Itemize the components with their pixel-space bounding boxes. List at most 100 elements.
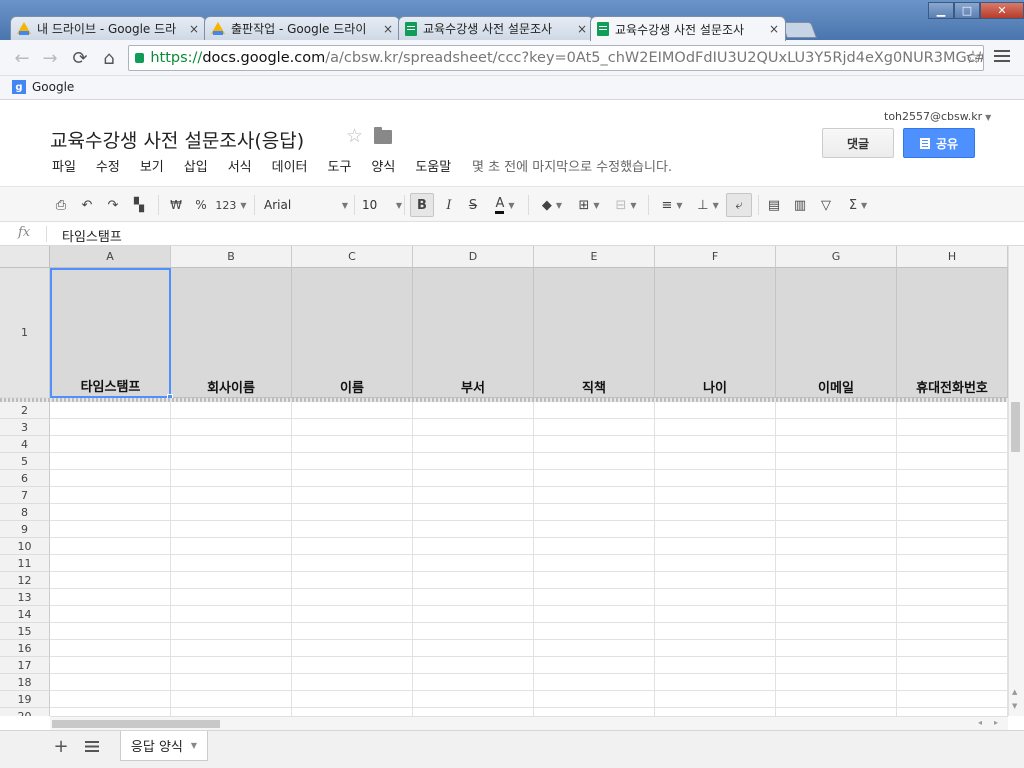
grid-cell[interactable] — [897, 555, 1008, 572]
grid-cell[interactable] — [534, 487, 655, 504]
grid-cell[interactable] — [897, 521, 1008, 538]
grid-cell[interactable] — [655, 487, 776, 504]
grid-cell[interactable] — [534, 436, 655, 453]
grid-cell[interactable] — [292, 504, 413, 521]
menu-data[interactable]: 데이터 — [272, 156, 308, 175]
reload-icon[interactable]: ⟳ — [70, 48, 90, 69]
strikethrough-button[interactable]: S — [464, 193, 482, 217]
grid-cell[interactable] — [655, 674, 776, 691]
browser-tab-survey-form[interactable]: 교육수강생 사전 설문조사 × — [398, 16, 594, 40]
percent-format-button[interactable]: % — [194, 193, 208, 217]
grid-cell[interactable] — [50, 521, 171, 538]
tab-close-icon[interactable]: × — [383, 22, 393, 36]
grid-cell[interactable] — [776, 504, 897, 521]
redo-icon[interactable]: ↷ — [104, 193, 122, 217]
grid-cell[interactable] — [292, 436, 413, 453]
menu-view[interactable]: 보기 — [140, 156, 164, 175]
grid-cell[interactable] — [897, 589, 1008, 606]
insert-chart-icon[interactable]: ▥ — [790, 193, 810, 217]
borders-button[interactable]: ⊞ ▼ — [574, 193, 604, 217]
grid-cell[interactable] — [50, 691, 171, 708]
horizontal-scrollbar[interactable]: ◂ ▸ — [50, 716, 1008, 730]
scroll-left-arrow-icon[interactable]: ◂ — [978, 718, 982, 727]
grid-cell[interactable] — [413, 623, 534, 640]
grid-cell[interactable] — [292, 402, 413, 419]
grid-cell[interactable] — [292, 657, 413, 674]
grid-cell[interactable] — [292, 538, 413, 555]
grid-cell[interactable] — [171, 521, 292, 538]
grid-cell[interactable] — [413, 708, 534, 716]
grid-cell[interactable] — [897, 657, 1008, 674]
browser-tab-publishing[interactable]: 출판작업 - Google 드라이 × — [204, 16, 400, 40]
grid-cell[interactable] — [655, 419, 776, 436]
grid-cell[interactable] — [413, 521, 534, 538]
folder-icon[interactable] — [374, 127, 392, 144]
grid-cell[interactable] — [413, 504, 534, 521]
grid-cell[interactable] — [655, 504, 776, 521]
grid-cell[interactable] — [776, 419, 897, 436]
grid-cell[interactable] — [50, 419, 171, 436]
grid-cell[interactable] — [50, 402, 171, 419]
column-header-g[interactable]: G — [776, 246, 897, 268]
last-edit-status[interactable]: 몇 초 전에 마지막으로 수정했습니다. — [472, 156, 672, 175]
row-header-5[interactable]: 5 — [0, 453, 50, 470]
address-bar[interactable]: https:// docs.google.com /a/cbsw.kr/spre… — [128, 45, 984, 71]
grid-cell[interactable] — [50, 606, 171, 623]
grid-cell[interactable] — [292, 487, 413, 504]
column-header-a[interactable]: A — [50, 246, 171, 268]
grid-cell[interactable] — [776, 487, 897, 504]
grid-cell[interactable] — [171, 606, 292, 623]
row-header-11[interactable]: 11 — [0, 555, 50, 572]
add-sheet-button[interactable]: + — [52, 736, 70, 757]
grid-cell[interactable] — [776, 606, 897, 623]
row-header-20[interactable]: 20 — [0, 708, 50, 716]
grid-cell[interactable] — [776, 640, 897, 657]
scroll-up-arrow-icon[interactable]: ▲ — [1012, 688, 1017, 696]
grid-cell[interactable] — [413, 402, 534, 419]
row-header-9[interactable]: 9 — [0, 521, 50, 538]
grid-cell[interactable] — [171, 623, 292, 640]
grid-cell[interactable] — [897, 453, 1008, 470]
grid-cell[interactable] — [534, 606, 655, 623]
row-header-6[interactable]: 6 — [0, 470, 50, 487]
grid-cell[interactable] — [413, 572, 534, 589]
grid-cell[interactable] — [50, 538, 171, 555]
grid-cell[interactable] — [897, 623, 1008, 640]
grid-cell[interactable] — [413, 640, 534, 657]
grid-cell[interactable] — [897, 436, 1008, 453]
maximize-button[interactable]: □ — [954, 2, 980, 19]
grid-cell[interactable] — [534, 674, 655, 691]
undo-icon[interactable]: ↶ — [78, 193, 96, 217]
grid-cell[interactable] — [776, 572, 897, 589]
fill-color-button[interactable]: ◆ ▼ — [536, 193, 568, 217]
grid-cell[interactable] — [534, 623, 655, 640]
grid-cell[interactable] — [655, 453, 776, 470]
grid-cell[interactable] — [655, 691, 776, 708]
grid-cell[interactable] — [413, 470, 534, 487]
grid-cell[interactable] — [897, 606, 1008, 623]
grid-cell[interactable] — [50, 487, 171, 504]
column-header-c[interactable]: C — [292, 246, 413, 268]
browser-tab-survey-responses[interactable]: 교육수강생 사전 설문조사 × — [590, 16, 786, 41]
grid-cell[interactable] — [50, 640, 171, 657]
grid-cell[interactable] — [897, 572, 1008, 589]
grid-cell[interactable] — [171, 657, 292, 674]
row-header-18[interactable]: 18 — [0, 674, 50, 691]
scroll-down-arrow-icon[interactable]: ▼ — [1012, 702, 1017, 710]
grid-cell[interactable] — [171, 691, 292, 708]
browser-tab-my-drive[interactable]: 내 드라이브 - Google 드라 × — [10, 16, 206, 40]
tab-close-icon[interactable]: × — [769, 22, 779, 36]
grid-cell[interactable] — [171, 640, 292, 657]
grid-cell[interactable] — [534, 555, 655, 572]
menu-edit[interactable]: 수정 — [96, 156, 120, 175]
menu-format[interactable]: 서식 — [228, 156, 252, 175]
vertical-scrollbar[interactable]: ▲ ▼ — [1008, 246, 1024, 716]
grid-cell[interactable] — [50, 572, 171, 589]
grid-cell[interactable] — [534, 708, 655, 716]
grid-cell[interactable] — [534, 640, 655, 657]
grid-cell[interactable] — [655, 470, 776, 487]
header-cell-company[interactable]: 회사이름 — [171, 268, 292, 398]
grid-cell[interactable] — [292, 555, 413, 572]
menu-help[interactable]: 도움말 — [415, 156, 451, 175]
bookmark-star-icon[interactable]: ☆ — [965, 47, 981, 68]
